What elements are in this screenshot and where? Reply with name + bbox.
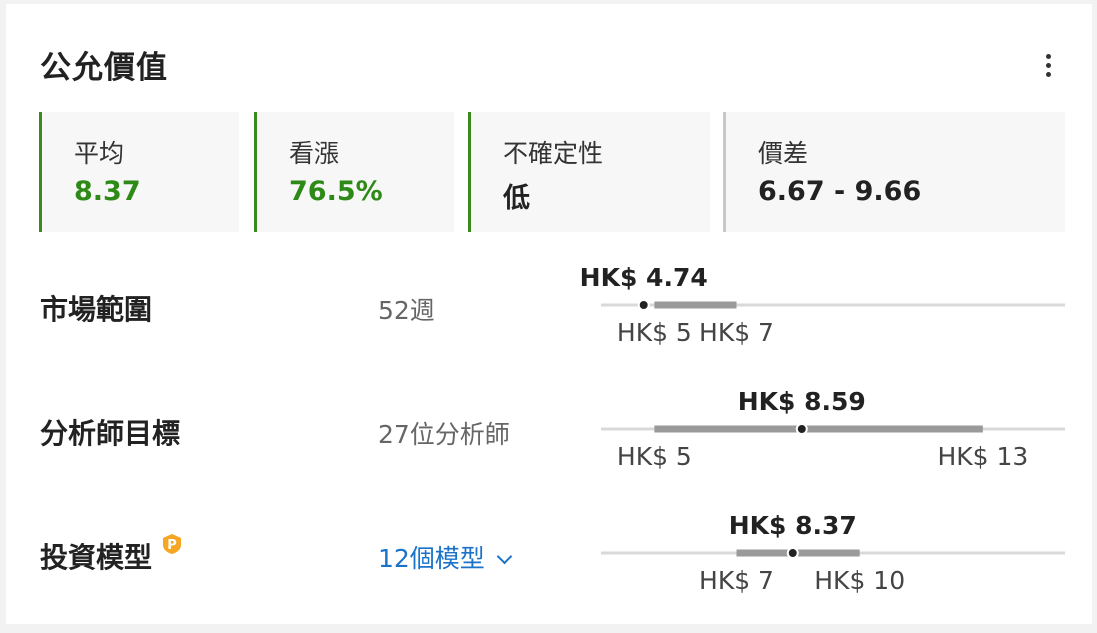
analyst-high-label: HK$ 13 — [937, 442, 1028, 471]
market-current-marker — [637, 299, 650, 311]
analyst-target-price: HK$ 8.59 — [738, 387, 866, 416]
market-current-price: HK$ 4.74 — [580, 263, 708, 292]
market-high-label: HK$ 7 — [699, 318, 774, 347]
market-range-bar: HK$ 4.74 HK$ 5 HK$ 7 — [580, 263, 1065, 347]
analyst-target-bar: HK$ 8.59 HK$ 5 HK$ 13 — [601, 387, 1065, 471]
model-high-label: HK$ 10 — [814, 566, 905, 595]
model-value-price: HK$ 8.37 — [729, 511, 857, 540]
fair-value-card: 公允價值 平均 8.37 看漲 76.5% 不確定性 低 價差 6.67 - 9… — [6, 4, 1092, 624]
market-low-label: HK$ 5 — [617, 318, 692, 347]
analyst-target-marker — [795, 423, 808, 435]
model-low-label: HK$ 7 — [699, 566, 774, 595]
model-value-marker — [786, 547, 799, 559]
analyst-low-label: HK$ 5 — [617, 442, 692, 471]
model-value-bar: HK$ 8.37 HK$ 7 HK$ 10 — [601, 511, 1065, 595]
range-bars: HK$ 4.74 HK$ 5 HK$ 7 HK$ 8.59 HK$ 5 HK$ … — [580, 263, 1065, 595]
